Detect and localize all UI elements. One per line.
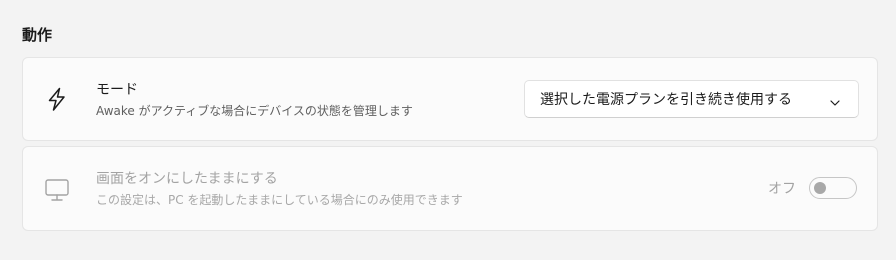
mode-dropdown[interactable]: 選択した電源プランを引き続き使用する	[524, 80, 859, 118]
chevron-down-icon	[829, 94, 841, 106]
toggle-knob	[814, 182, 826, 194]
keep-display-on-card: 画面をオンにしたままにする この設定は、PC を起動したままにしている場合にのみ…	[22, 146, 878, 231]
section-title: 動作	[22, 26, 53, 44]
toggle-state-label: オフ	[768, 181, 796, 197]
mode-description: Awake がアクティブな場合にデバイスの状態を管理します	[96, 104, 413, 118]
keep-display-on-description: この設定は、PC を起動したままにしている場合にのみ使用できます	[96, 193, 463, 207]
lightning-icon	[43, 85, 71, 113]
monitor-icon	[43, 176, 71, 204]
keep-display-on-toggle[interactable]	[809, 177, 857, 199]
mode-setting-card: モード Awake がアクティブな場合にデバイスの状態を管理します 選択した電源…	[22, 57, 878, 141]
mode-dropdown-value: 選択した電源プランを引き続き使用する	[540, 92, 792, 108]
mode-title: モード	[96, 82, 138, 98]
keep-display-on-title: 画面をオンにしたままにする	[96, 171, 278, 187]
